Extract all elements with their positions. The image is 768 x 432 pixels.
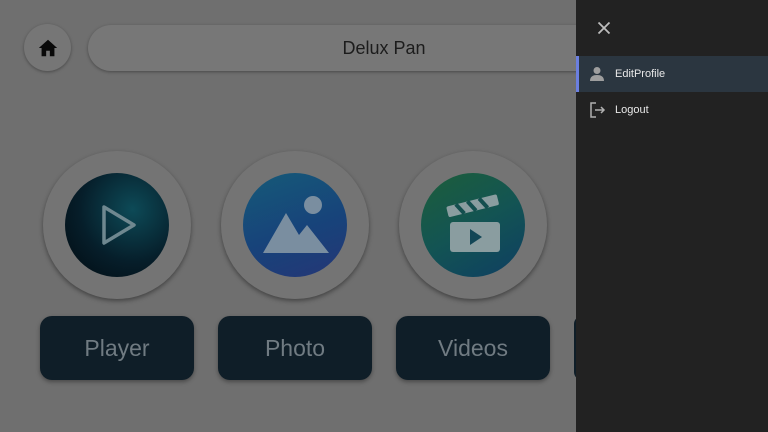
player-label[interactable]: Player	[40, 316, 194, 380]
player-tile-badge	[65, 173, 169, 277]
photo-tile[interactable]	[221, 151, 369, 299]
videos-label[interactable]: Videos	[396, 316, 550, 380]
navigation-drawer: EditProfile Logout	[576, 0, 768, 432]
person-icon	[590, 67, 604, 81]
photo-tile-badge	[243, 173, 347, 277]
home-icon	[38, 39, 57, 56]
menu-item-edit-profile[interactable]: EditProfile	[576, 56, 768, 92]
home-button[interactable]	[24, 24, 71, 71]
image-icon	[263, 196, 329, 253]
close-icon	[597, 21, 611, 35]
selected-indicator	[576, 56, 579, 92]
close-drawer-button[interactable]	[592, 16, 616, 40]
menu-item-label: Logout	[615, 104, 649, 116]
menu-item-logout[interactable]: Logout	[576, 92, 768, 128]
videos-tile[interactable]	[399, 151, 547, 299]
menu-item-label: EditProfile	[615, 68, 666, 80]
videos-tile-badge	[421, 173, 525, 277]
clapperboard-icon	[446, 194, 500, 252]
title-bar: Delux Pan	[88, 25, 608, 71]
photo-label[interactable]: Photo	[218, 316, 372, 380]
play-icon	[102, 205, 136, 245]
player-tile[interactable]	[43, 151, 191, 299]
logout-icon	[590, 102, 606, 118]
